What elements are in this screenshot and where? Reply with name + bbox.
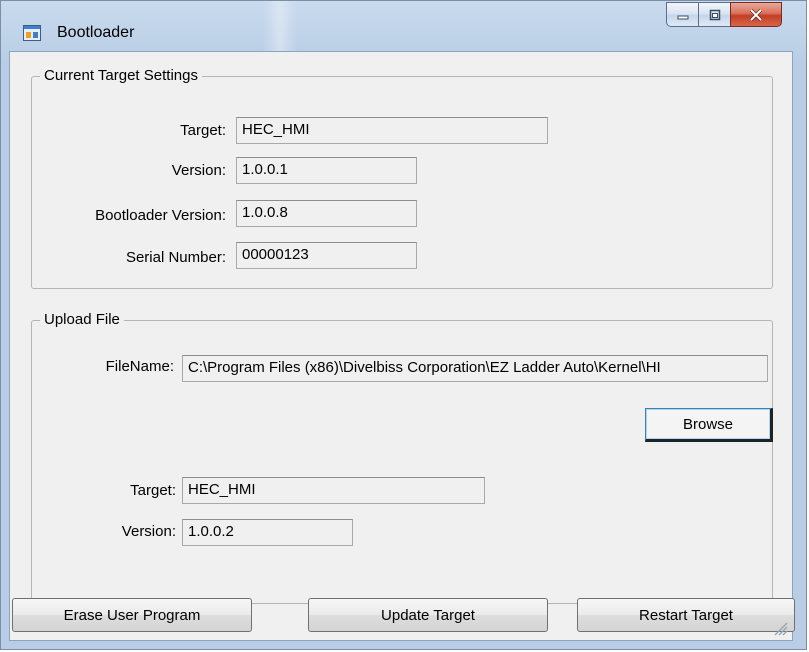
- maximize-button[interactable]: [698, 2, 730, 27]
- current-target-field[interactable]: HEC_HMI: [236, 117, 548, 144]
- bootloader-version-field[interactable]: 1.0.0.8: [236, 200, 417, 227]
- restart-target-button[interactable]: Restart Target: [577, 598, 795, 632]
- current-target-label: Target:: [180, 122, 226, 139]
- bootloader-version-label: Bootloader Version:: [95, 207, 226, 224]
- caption-buttons: [666, 2, 782, 28]
- upload-target-field[interactable]: HEC_HMI: [182, 477, 485, 504]
- minimize-button[interactable]: [666, 2, 698, 27]
- filename-label: FileName:: [105, 358, 174, 375]
- current-target-settings-title: Current Target Settings: [40, 67, 202, 84]
- upload-file-title: Upload File: [40, 311, 124, 328]
- filename-field[interactable]: C:\Program Files (x86)\Divelbiss Corpora…: [182, 355, 768, 382]
- upload-version-field[interactable]: 1.0.0.2: [182, 519, 353, 546]
- update-target-button[interactable]: Update Target: [308, 598, 548, 632]
- upload-target-label: Target:: [130, 482, 176, 499]
- serial-number-field[interactable]: 00000123: [236, 242, 417, 269]
- bootloader-window: Bootloader Current Target Settings Targe…: [0, 0, 807, 650]
- serial-number-label: Serial Number:: [125, 249, 226, 266]
- close-button[interactable]: [730, 2, 782, 27]
- window-title: Bootloader: [57, 24, 135, 41]
- app-window-icon: [23, 25, 41, 41]
- current-version-field[interactable]: 1.0.0.1: [236, 157, 417, 184]
- title-bar-highlight: [263, 1, 297, 51]
- resize-grip-icon[interactable]: [770, 618, 788, 636]
- current-version-label: Version:: [171, 162, 226, 179]
- browse-button[interactable]: Browse: [645, 408, 773, 442]
- title-bar[interactable]: Bootloader: [1, 1, 806, 51]
- upload-file-group: Upload File FileName: C:\Program Files (…: [31, 311, 773, 604]
- current-target-settings-group: Current Target Settings Target: HEC_HMI …: [31, 67, 773, 289]
- maximize-icon: [709, 9, 720, 20]
- close-icon: [749, 8, 763, 21]
- erase-user-program-button[interactable]: Erase User Program: [12, 598, 252, 632]
- minimize-icon: [677, 15, 688, 19]
- upload-version-label: Version:: [121, 523, 176, 540]
- client-area: Current Target Settings Target: HEC_HMI …: [9, 51, 795, 641]
